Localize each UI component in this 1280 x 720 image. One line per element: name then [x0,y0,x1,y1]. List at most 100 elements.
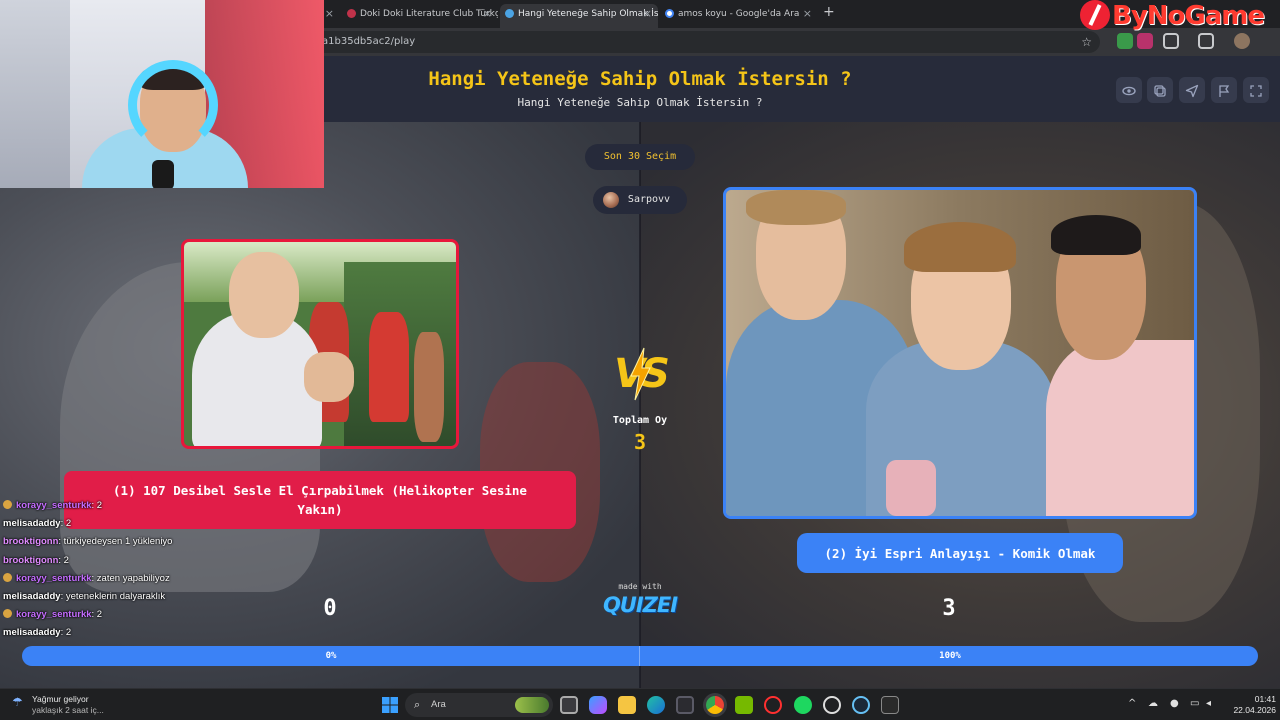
avatar [603,192,619,208]
close-tab-icon[interactable]: × [643,4,652,24]
windows-start-icon[interactable] [381,696,399,714]
chat-message: korayy_senturkk: zaten yapabiliyoz [3,570,303,588]
report-button[interactable] [1211,77,1237,103]
chat-message: korayy_senturkk: 2 [3,497,303,515]
store-icon[interactable] [676,696,694,714]
chrome-icon[interactable] [706,696,724,714]
chat-message: brooktigonn: türkiyedeysen 1 yükleniyo [3,533,303,551]
fullscreen-icon [1250,84,1262,97]
tab-label: amos koyu - Google'da Ara [678,9,800,19]
share-button[interactable] [1179,77,1205,103]
edge-icon[interactable] [647,696,665,714]
fullscreen-button[interactable] [1243,77,1269,103]
clock-time: 01:41 [1254,694,1276,704]
bynogame-logo: ByNoGame [1080,0,1265,40]
last-choices-button[interactable]: Son 30 Seçim [585,144,695,170]
cloud-icon[interactable]: ☁ [1148,698,1158,709]
nvidia-icon[interactable] [735,696,753,714]
option-right-image[interactable] [723,187,1197,519]
copilot-icon[interactable] [589,696,607,714]
chat-username[interactable]: korayy_senturkk [16,573,92,584]
new-tab-button[interactable]: + [823,4,835,20]
address-bar[interactable]: a1b35db5ac2/play ☆ [300,31,1100,53]
tab-label: Hangi Yeteneğe Sahip Olmak İs [518,9,658,19]
brand-text: ByNoGame [1112,1,1265,31]
lightning-icon [630,347,651,401]
option-left-vote-count: 0 [323,596,337,621]
progress-midline [639,646,640,666]
chat-message: korayy_senturkk: 2 [3,606,303,624]
option-right-button[interactable]: (2) İyi Espri Anlayışı - Komik Olmak [797,533,1123,573]
browser-tab-quiz[interactable]: Hangi Yeteneğe Sahip Olmak İs × [500,4,658,28]
tab-favicon-icon [347,9,356,18]
microphone-tray-icon[interactable]: ● [1170,698,1179,709]
chat-username[interactable]: brooktigonn [3,536,58,547]
chat-text: : 2 [60,627,72,639]
chat-username[interactable]: melisadaddy [3,627,61,638]
webcam-overlay [0,0,324,188]
chat-text: : türkiyedeysen 1 yükleniyo [58,536,173,548]
search-icon: ⌕ [414,699,421,711]
chat-username[interactable]: korayy_senturkk [16,609,92,620]
chat-text: : zaten yapabiliyoz [91,572,170,584]
tab-label: Doki Doki Literature Club Türkç [360,9,498,19]
chat-username[interactable]: brooktigonn [3,555,58,566]
microphone-icon [152,160,174,188]
chat-text: : 2 [91,609,103,621]
clock-date: 22.04.2026 [1233,705,1276,715]
obs-icon[interactable] [823,696,841,714]
close-tab-icon[interactable]: × [803,4,812,24]
windows-taskbar: ☂ Yağmur geliyor yaklaşık 2 saat iç... ⌕… [0,688,1280,720]
steam-icon[interactable] [852,696,870,714]
browser-tab-google[interactable]: amos koyu - Google'da Ara × [660,4,818,28]
volume-icon[interactable]: ◂ [1206,698,1211,709]
screen: × Doki Doki Literature Club Türkç × Hang… [0,0,1280,720]
opera-icon[interactable] [764,696,782,714]
chat-username[interactable]: melisadaddy [3,591,61,602]
copy-icon [1154,84,1166,97]
chat-message: melisadaddy: 2 [3,624,303,642]
chat-badge-icon [3,609,12,619]
quizei-logo[interactable]: QUIZEI [590,593,690,617]
vote-progress-bar: 0% 100% [22,646,1258,666]
url-text: a1b35db5ac2/play [322,36,416,47]
player-badge: Sarpovv [593,186,687,214]
taskbar-search[interactable]: ⌕ Ara [405,693,553,717]
task-view-icon[interactable] [560,696,578,714]
player-name: Sarpovv [627,194,671,205]
headset-icon [128,60,218,150]
tab-favicon-icon [505,9,514,18]
spotify-icon[interactable] [794,696,812,714]
option-left-percent: 0% [325,651,337,661]
option-left-image[interactable] [181,239,459,449]
rain-icon: ☂ [12,695,23,709]
google-icon [665,9,674,18]
copy-button[interactable] [1147,77,1173,103]
search-highlight-image [515,697,549,713]
browser-tab-doki[interactable]: Doki Doki Literature Club Türkç × [342,4,498,28]
send-icon [1185,84,1199,97]
flag-icon [1219,84,1230,97]
eye-icon [1122,86,1136,95]
tray-chevron-icon[interactable]: ^ [1128,698,1136,709]
epic-games-icon[interactable] [881,696,899,714]
chat-text: : 2 [58,554,69,566]
option-right-vote-count: 3 [942,596,956,621]
made-with-label: made with [618,582,662,591]
network-icon[interactable]: ▭ [1190,698,1199,709]
chat-text: : 2 [60,518,72,530]
chat-message: melisadaddy: yeteneklerin dalyaraklık [3,588,303,606]
chat-message: melisadaddy: 2 [3,515,303,533]
weather-widget[interactable]: ☂ Yağmur geliyor yaklaşık 2 saat iç... [12,694,104,716]
chat-message: brooktigonn: 2 [3,552,303,570]
chat-username[interactable]: korayy_senturkk [16,500,92,511]
file-explorer-icon[interactable] [618,696,636,714]
system-clock[interactable]: 01:41 22.04.2026 [1218,694,1276,716]
eye-button[interactable] [1116,77,1142,103]
stream-chat: korayy_senturkk: 2 melisadaddy: 2 brooktig… [3,497,303,643]
close-tab-icon[interactable]: × [325,4,334,24]
close-tab-icon[interactable]: × [483,4,492,24]
chat-username[interactable]: melisadaddy [3,518,61,529]
chat-text: : yeteneklerin dalyaraklık [60,590,166,602]
bynogame-mark-icon [1080,0,1110,30]
